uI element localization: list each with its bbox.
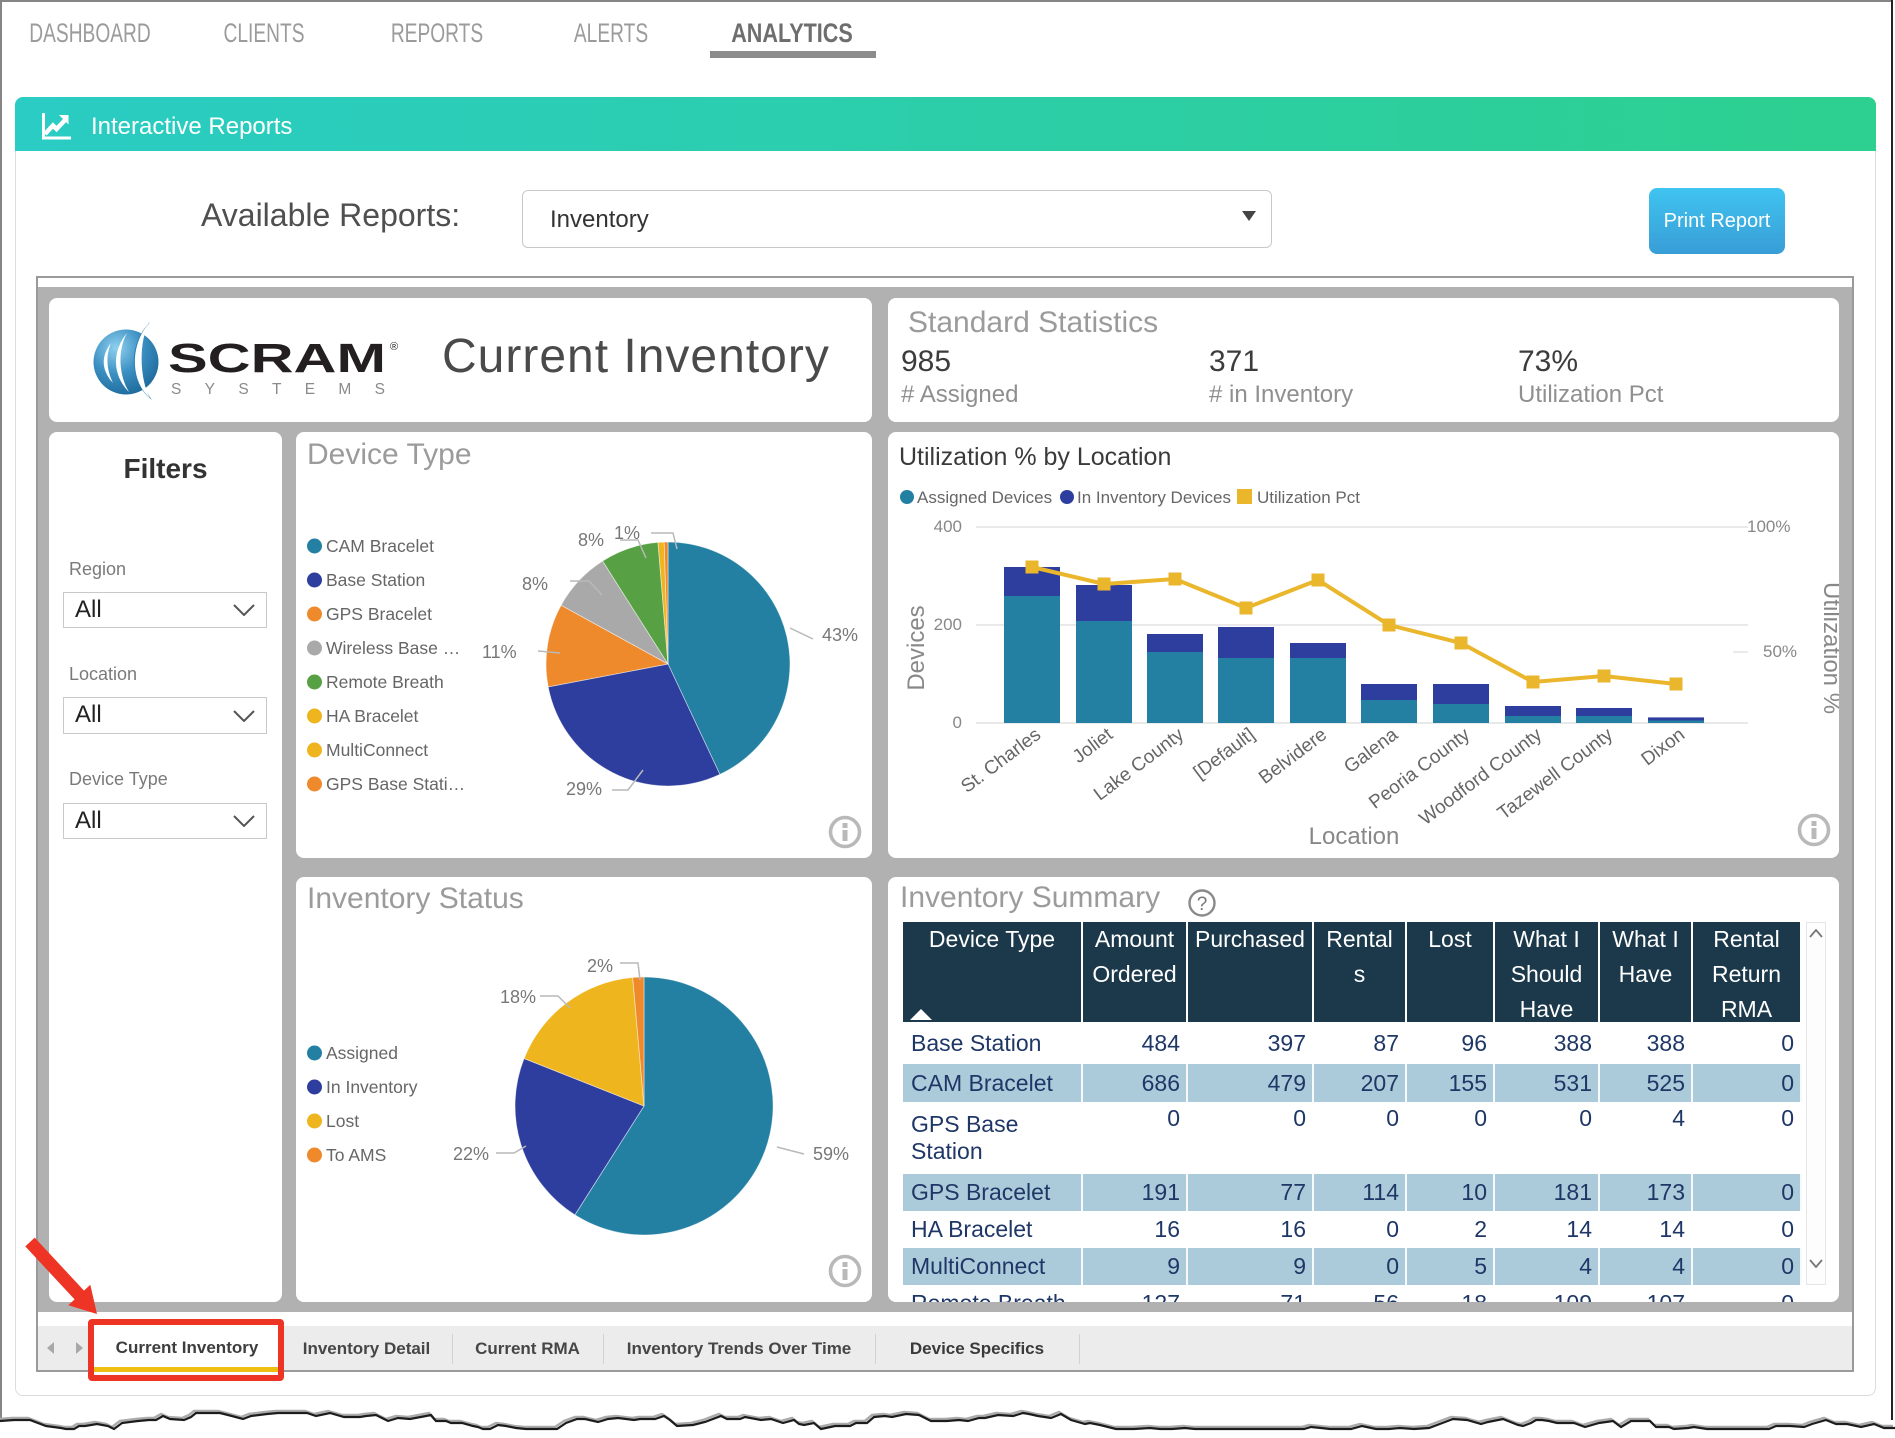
svg-text:SYSTEMS: SYSTEMS (171, 381, 385, 398)
svg-text:Belvidere: Belvidere (1255, 724, 1331, 788)
svg-text:SCRAM: SCRAM (168, 335, 386, 381)
svg-text:Joliet: Joliet (1069, 724, 1118, 768)
svg-text:29%: 29% (566, 779, 602, 799)
svg-text:0: 0 (953, 713, 962, 732)
svg-text:In Inventory: In Inventory (326, 1077, 418, 1097)
svg-text:400: 400 (934, 517, 962, 536)
svg-text:18%: 18% (500, 987, 536, 1007)
svg-text:Woodford County: Woodford County (1416, 724, 1547, 830)
svg-text:In Inventory Devices: In Inventory Devices (1077, 488, 1231, 507)
svg-text:Wireless Base …: Wireless Base … (326, 638, 460, 658)
svg-text:Devices: Devices (903, 605, 930, 690)
svg-text:Location: Location (1309, 823, 1400, 850)
svg-text:Remote Breath: Remote Breath (326, 672, 444, 692)
svg-text:St. Charles: St. Charles (957, 724, 1045, 797)
svg-text:59%: 59% (813, 1144, 849, 1164)
svg-text:[Default]: [Default] (1190, 724, 1259, 783)
svg-text:GPS Bracelet: GPS Bracelet (326, 604, 432, 624)
svg-text:Device Type: Device Type (307, 438, 472, 471)
svg-text:Base Station: Base Station (326, 570, 425, 590)
svg-text:Utilization % by Location: Utilization % by Location (899, 443, 1171, 471)
svg-text:GPS Base Stati…: GPS Base Stati… (326, 774, 465, 794)
svg-text:To AMS: To AMS (326, 1145, 386, 1165)
svg-text:?: ? (1197, 894, 1208, 915)
svg-text:Galena: Galena (1340, 724, 1402, 778)
svg-text:Utilization Pct: Utilization Pct (1257, 488, 1360, 507)
svg-text:CAM Bracelet: CAM Bracelet (326, 536, 434, 556)
svg-text:Dixon: Dixon (1638, 724, 1689, 770)
svg-text:Assigned Devices: Assigned Devices (917, 488, 1052, 507)
svg-text:22%: 22% (453, 1144, 489, 1164)
svg-text:Assigned: Assigned (326, 1043, 398, 1063)
svg-text:11%: 11% (482, 642, 517, 662)
svg-text:Lost: Lost (326, 1111, 359, 1131)
svg-text:8%: 8% (578, 530, 604, 550)
svg-text:50%: 50% (1763, 642, 1797, 661)
svg-text:Utilization %: Utilization % (1818, 582, 1839, 714)
svg-text:100%: 100% (1747, 517, 1790, 536)
svg-text:HA Bracelet: HA Bracelet (326, 706, 419, 726)
svg-text:8%: 8% (522, 574, 548, 594)
svg-text:®: ® (390, 341, 398, 353)
svg-text:43%: 43% (822, 625, 858, 645)
svg-text:MultiConnect: MultiConnect (326, 740, 428, 760)
svg-text:200: 200 (934, 615, 962, 634)
svg-text:2%: 2% (587, 956, 613, 976)
svg-text:Inventory Status: Inventory Status (307, 882, 524, 915)
